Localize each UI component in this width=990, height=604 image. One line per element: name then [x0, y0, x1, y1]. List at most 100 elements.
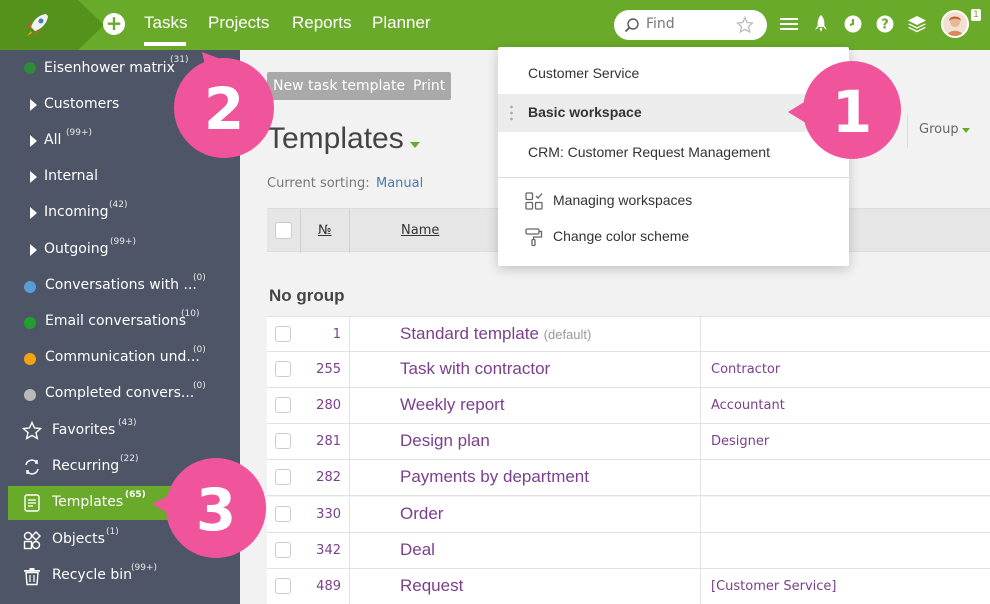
notification-badge[interactable]: 1	[971, 9, 981, 21]
row-role-link[interactable]: Contractor	[711, 362, 780, 377]
nav-reports[interactable]: Reports	[292, 13, 352, 33]
table-row[interactable]: 1 Standard template (default)	[267, 316, 990, 353]
row-role-link[interactable]: Designer	[711, 434, 769, 449]
workspaces-icon	[525, 192, 543, 210]
logo-area[interactable]	[0, 0, 104, 50]
status-dot	[24, 281, 36, 293]
avatar-image	[943, 12, 967, 36]
templates-icon	[24, 494, 40, 512]
nav-planner[interactable]: Planner	[372, 13, 431, 33]
divider	[700, 317, 701, 353]
divider	[700, 460, 701, 496]
column-name-header[interactable]: Name	[401, 223, 439, 238]
divider	[907, 114, 908, 148]
drag-handle-icon[interactable]	[510, 104, 513, 122]
sidebar-item-email-conversations[interactable]: Email conversations (10)	[0, 305, 240, 339]
row-checkbox[interactable]	[275, 433, 291, 449]
status-dot	[24, 62, 36, 74]
group-button[interactable]: Group	[919, 122, 959, 137]
row-number: 330	[316, 507, 341, 522]
managing-workspaces-item[interactable]: Managing workspaces	[498, 182, 849, 220]
row-name-text: Standard template	[400, 324, 539, 343]
divider	[349, 352, 350, 388]
row-checkbox[interactable]	[275, 397, 291, 413]
row-checkbox[interactable]	[275, 469, 291, 485]
workspace-label: CRM: Customer Request Management	[528, 144, 770, 160]
sidebar-item-conversations[interactable]: Conversations with ... (0)	[0, 269, 240, 303]
nav-projects[interactable]: Projects	[208, 13, 269, 33]
row-checkbox[interactable]	[275, 542, 291, 558]
row-role-link[interactable]: Accountant	[711, 398, 785, 413]
sidebar-item-recycle-bin[interactable]: Recycle bin (99+)	[0, 559, 240, 593]
group-title: No group	[269, 286, 345, 305]
help-icon[interactable]: ?	[875, 14, 895, 34]
rocket-logo-icon[interactable]	[22, 10, 52, 40]
status-dot	[24, 389, 36, 401]
top-bar: + Tasks Projects Reports Planner Find ?	[0, 0, 990, 50]
row-checkbox[interactable]	[275, 326, 291, 342]
layers-icon[interactable]	[907, 14, 927, 34]
table-row[interactable]: 489 Request [Customer Service]	[267, 569, 990, 604]
table-row[interactable]: 342 Deal	[267, 533, 990, 569]
select-all-checkbox[interactable]	[275, 222, 292, 239]
row-name-link[interactable]: Weekly report	[400, 395, 505, 415]
table-row[interactable]: 330 Order	[267, 497, 990, 533]
workspace-label: Customer Service	[528, 65, 640, 81]
row-name-link[interactable]: Design plan	[400, 431, 490, 451]
default-tag: (default)	[543, 327, 592, 342]
search-placeholder: Find	[646, 16, 675, 32]
svg-text:?: ?	[881, 18, 889, 33]
rocket-icon[interactable]	[811, 14, 831, 34]
divider	[700, 424, 701, 460]
sidebar-item-favorites[interactable]: Favorites (43)	[0, 414, 240, 448]
table-row[interactable]: 280 Weekly report Accountant	[267, 388, 990, 424]
expand-arrow-icon[interactable]	[30, 99, 37, 111]
menu-icon[interactable]	[779, 14, 799, 34]
recurring-icon	[25, 459, 39, 475]
change-color-scheme-item[interactable]: Change color scheme	[498, 218, 849, 256]
sorting-value-link[interactable]: Manual	[376, 176, 423, 191]
row-checkbox[interactable]	[275, 506, 291, 522]
row-name-link[interactable]: Deal	[400, 540, 435, 560]
divider	[349, 388, 350, 424]
row-checkbox[interactable]	[275, 578, 291, 594]
table-row[interactable]: 255 Task with contractor Contractor	[267, 352, 990, 388]
row-number: 280	[316, 398, 341, 413]
column-number-header[interactable]: №	[318, 223, 332, 238]
row-name-link[interactable]: Order	[400, 504, 443, 524]
print-button[interactable]: Print	[407, 72, 452, 100]
callout-number: 2	[204, 75, 244, 143]
clock-icon[interactable]	[843, 14, 863, 34]
title-dropdown-icon[interactable]	[410, 142, 420, 148]
sidebar-item-outgoing[interactable]: Outgoing (99+)	[0, 233, 240, 267]
nav-tasks[interactable]: Tasks	[144, 13, 187, 33]
expand-arrow-icon[interactable]	[30, 171, 37, 183]
callout-number: 3	[196, 476, 236, 544]
row-name-link[interactable]: Request	[400, 576, 463, 596]
expand-arrow-icon[interactable]	[30, 244, 37, 256]
sidebar-item-internal[interactable]: Internal	[0, 160, 240, 194]
row-name-link[interactable]: Payments by department	[400, 467, 589, 487]
search-input[interactable]: Find	[614, 10, 767, 40]
sidebar-item-communication[interactable]: Communication und... (0)	[0, 341, 240, 375]
star-icon[interactable]	[736, 16, 754, 34]
expand-arrow-icon[interactable]	[30, 207, 37, 219]
divider	[349, 424, 350, 460]
paint-roller-icon	[525, 228, 543, 247]
row-name-link[interactable]: Task with contractor	[400, 359, 550, 379]
add-button[interactable]: +	[103, 13, 125, 35]
avatar[interactable]	[941, 10, 969, 38]
table-row[interactable]: 282 Payments by department	[267, 460, 990, 496]
row-number: 342	[316, 543, 341, 558]
expand-arrow-icon[interactable]	[30, 135, 37, 147]
row-checkbox[interactable]	[275, 361, 291, 377]
row-number: 489	[316, 579, 341, 594]
new-task-template-button[interactable]: New task template	[267, 72, 412, 100]
callout-1: 1	[788, 61, 901, 159]
table-row[interactable]: 281 Design plan Designer	[267, 424, 990, 460]
sidebar-item-completed[interactable]: Completed convers... (0)	[0, 377, 240, 411]
row-role-link[interactable]: [Customer Service]	[711, 579, 836, 594]
sidebar-item-incoming[interactable]: Incoming (42)	[0, 196, 240, 230]
row-name-link[interactable]: Standard template (default)	[400, 324, 591, 344]
nav-active-indicator	[144, 42, 186, 46]
